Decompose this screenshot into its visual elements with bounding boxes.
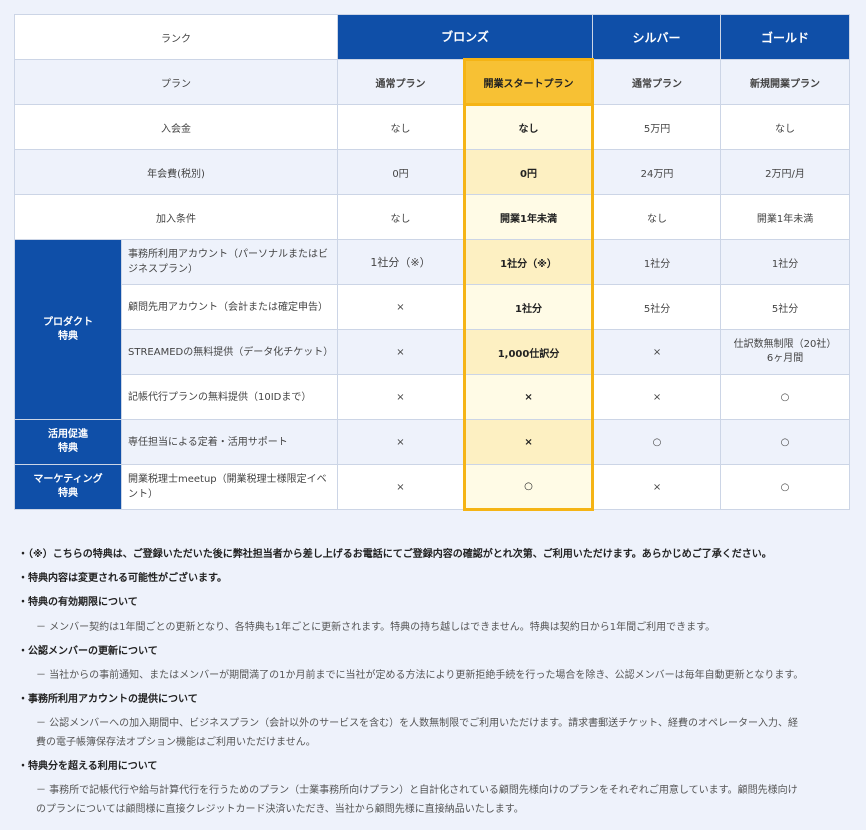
cell: × — [337, 464, 465, 510]
cell: ○ — [592, 419, 722, 465]
benefit-label: 事務所利用アカウント（パーソナルまたはビジネスプラン） — [121, 239, 338, 285]
note-heading: ・事務所利用アカウントの提供について — [18, 694, 198, 705]
cell-highlight: 開業1年未満 — [462, 194, 595, 240]
benefit-row: プロダクト 特典 事務所利用アカウント（パーソナルまたはビジネスプラン） 1社分… — [14, 239, 851, 420]
row-label: 年会費(税別) — [14, 149, 338, 195]
benefit-label: STREAMEDの無料提供（データ化チケット） — [121, 329, 338, 375]
cell-highlight: 1社分（※） — [462, 239, 595, 285]
cell: × — [592, 329, 722, 375]
cell: 1社分 — [720, 239, 851, 285]
cell: 2万円/月 — [720, 149, 851, 195]
cell-highlight: × — [462, 374, 595, 420]
plan-silver-normal: 通常プラン — [592, 59, 722, 105]
cell: ○ — [720, 374, 851, 420]
bronze-header: ブロンズ — [336, 14, 594, 60]
plan-bronze-normal: 通常プラン — [337, 59, 465, 105]
cell: なし — [720, 104, 851, 150]
cell: 1社分 — [592, 239, 722, 285]
gold-header: ゴールド — [720, 14, 851, 60]
benefit-row: 顧問先用アカウント（会計または確定申告） × 1社分 5社分 5社分 — [15, 284, 851, 330]
plan-label: プラン — [14, 59, 338, 105]
note-detail: － メンバー契約は1年間ごとの更新となり、各特典も1年ごとに更新されます。特典の… — [36, 622, 716, 633]
group-label: プロダクト 特典 — [43, 316, 93, 342]
note: ・特典内容は変更される可能性がございます。 — [18, 573, 227, 584]
cell: 24万円 — [592, 149, 722, 195]
row-admission-fee: 入会金 なし なし 5万円 なし — [14, 104, 851, 150]
cell: 5社分 — [592, 284, 722, 330]
note-detail: － 公認メンバーへの加入期間中、ビジネスプラン（会計以外のサービスを含む）を人数… — [36, 718, 798, 729]
cell: なし — [337, 104, 465, 150]
cell: なし — [337, 194, 465, 240]
cell: 5社分 — [720, 284, 851, 330]
cell: 1社分（※） — [337, 239, 465, 285]
cell: 開業1年未満 — [720, 194, 851, 240]
cell: ○ — [720, 464, 851, 510]
membership-plan-table: ランク ブロンズ シルバー ゴールド プラン 通常プラン 開業スタートプラン 通… — [14, 14, 851, 511]
group-label: マーケティング 特典 — [33, 474, 103, 499]
benefit-row: 活用促進 特典 専任担当による定着・活用サポート × × ○ ○ — [14, 419, 851, 465]
benefit-label: 顧問先用アカウント（会計または確定申告） — [121, 284, 338, 330]
cell-highlight: ○ — [462, 464, 595, 511]
note-detail: － 事務所で記帳代行や給与計算代行を行うためのプラン（士業事務所向けプラン）と自… — [36, 785, 798, 796]
cell-highlight: 0円 — [462, 149, 595, 195]
benefit-row: マーケティング 特典 開業税理士meetup（開業税理士様限定イベント） × ○… — [14, 464, 851, 511]
cell: × — [337, 374, 465, 420]
benefit-label: 専任担当による定着・活用サポート — [121, 419, 338, 465]
cell-highlight: × — [462, 419, 595, 465]
note-heading: ・特典の有効期限について — [18, 597, 138, 608]
cell-highlight: なし — [462, 104, 595, 150]
benefit-row: 記帳代行プランの無料提供（10IDまで） × × × ○ — [15, 374, 851, 420]
cell: × — [337, 419, 465, 465]
cell: × — [337, 284, 465, 330]
note-heading: ・公認メンバーの更新について — [18, 646, 158, 657]
row-label: 入会金 — [14, 104, 338, 150]
rank-label: ランク — [14, 14, 338, 60]
group-promotion-benefits: 活用促進 特典 — [14, 419, 122, 465]
benefit-label: 開業税理士meetup（開業税理士様限定イベント） — [121, 464, 338, 510]
cell-highlight: 1,000仕訳分 — [462, 329, 595, 375]
cell: × — [337, 329, 465, 375]
group-label: 活用促進 特典 — [48, 429, 88, 454]
note-detail: のプランについては顧問様に直接クレジットカード決済いただき、当社から顧問先様に直… — [36, 804, 524, 815]
benefit-row: STREAMEDの無料提供（データ化チケット） × 1,000仕訳分 × 仕訳数… — [15, 329, 851, 375]
row-annual-fee: 年会費(税別) 0円 0円 24万円 2万円/月 — [14, 149, 851, 195]
silver-header: シルバー — [592, 14, 722, 60]
cell-highlight: 1社分 — [462, 284, 595, 330]
cell: 仕訳数無制限（20社） 6ヶ月間 — [720, 329, 851, 375]
cell: × — [592, 374, 722, 420]
group-marketing-benefits: マーケティング 特典 — [14, 464, 122, 510]
group-product-benefits: プロダクト 特典 — [14, 239, 122, 420]
plan-bronze-start: 開業スタートプラン — [462, 58, 595, 106]
cell: なし — [592, 194, 722, 240]
row-label: 加入条件 — [14, 194, 338, 240]
note-detail: 費の電子帳簿保存法オプション機能はご利用いただけません。 — [36, 737, 316, 748]
cell: 0円 — [337, 149, 465, 195]
note: ・（※）こちらの特典は、ご登録いただいた後に弊社担当者から差し上げるお電話にてご… — [18, 549, 772, 560]
note-detail: － 当社からの事前通知、またはメンバーが期間満了の1か月前までに当社が定める方法… — [36, 670, 804, 681]
cell: 5万円 — [592, 104, 722, 150]
page: ランク ブロンズ シルバー ゴールド プラン 通常プラン 開業スタートプラン 通… — [0, 0, 866, 830]
benefit-label: 記帳代行プランの無料提供（10IDまで） — [121, 374, 338, 420]
cell: × — [592, 464, 722, 510]
cell: ○ — [720, 419, 851, 465]
plan-gold-new: 新規開業プラン — [720, 59, 851, 105]
note-heading: ・特典分を超える利用について — [18, 761, 158, 772]
row-eligibility: 加入条件 なし 開業1年未満 なし 開業1年未満 — [14, 194, 851, 240]
